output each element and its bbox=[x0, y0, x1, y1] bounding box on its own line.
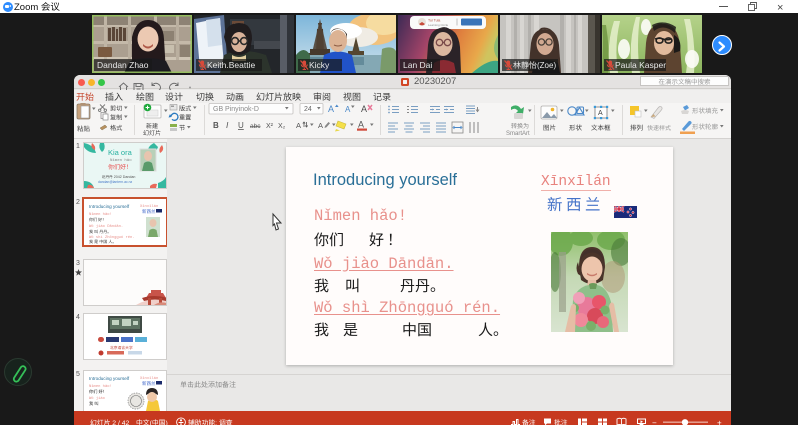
svg-text:A: A bbox=[358, 120, 364, 130]
svg-text:Kia ora: Kia ora bbox=[108, 148, 133, 157]
svg-text:图片: 图片 bbox=[543, 122, 556, 132]
svg-text:复制: 复制 bbox=[110, 113, 122, 122]
svg-text:幻灯片 2 / 42: 幻灯片 2 / 42 bbox=[90, 417, 130, 425]
svg-text:批注: 批注 bbox=[554, 417, 568, 425]
svg-text:Introducing yourself: Introducing yourself bbox=[89, 204, 130, 209]
svg-text:Kicky: Kicky bbox=[309, 60, 330, 70]
svg-text:你们 好！: 你们 好！ bbox=[89, 389, 107, 395]
svg-text:辅助功能: 调查: 辅助功能: 调查 bbox=[188, 417, 233, 425]
svg-text:幻灯片: 幻灯片 bbox=[143, 128, 161, 137]
svg-text:A: A bbox=[361, 104, 367, 114]
svg-text:重置: 重置 bbox=[179, 113, 191, 122]
svg-text:你们 好！: 你们 好！ bbox=[89, 217, 106, 223]
svg-text:A: A bbox=[345, 105, 351, 114]
svg-text:I: I bbox=[226, 120, 229, 130]
svg-text:北京语言大学: 北京语言大学 bbox=[110, 345, 133, 351]
svg-text:Paula Kasper: Paula Kasper bbox=[615, 60, 666, 70]
svg-text:形状轮廓: 形状轮廓 bbox=[692, 121, 719, 131]
svg-text:格式: 格式 bbox=[110, 123, 122, 132]
svg-text:我 叫 丹丹。: 我 叫 丹丹。 bbox=[89, 229, 111, 235]
svg-text:24: 24 bbox=[304, 106, 312, 113]
svg-text:A: A bbox=[296, 121, 301, 130]
svg-text:A: A bbox=[318, 121, 323, 130]
svg-text:+: + bbox=[717, 419, 722, 425]
svg-text:A: A bbox=[598, 110, 603, 117]
svg-text:Learning Circle: Learning Circle bbox=[428, 23, 449, 27]
svg-text:−: − bbox=[652, 419, 657, 425]
svg-text:新西兰: 新西兰 bbox=[142, 209, 156, 215]
svg-text:U: U bbox=[238, 121, 244, 130]
svg-text:X₂: X₂ bbox=[278, 123, 286, 130]
svg-text:备注: 备注 bbox=[522, 417, 536, 425]
svg-text:版式: 版式 bbox=[179, 104, 191, 113]
svg-text:dandan@lantern.ac.nz: dandan@lantern.ac.nz bbox=[98, 180, 132, 184]
svg-text:Lan Dai: Lan Dai bbox=[403, 60, 432, 70]
svg-text:粘贴: 粘贴 bbox=[77, 123, 91, 133]
svg-text:A: A bbox=[328, 104, 334, 114]
svg-text:abc: abc bbox=[250, 123, 261, 130]
svg-text:形状填充: 形状填充 bbox=[692, 105, 719, 115]
svg-text:Tui Tuia: Tui Tuia bbox=[428, 19, 440, 23]
svg-text:Dandan Zhao: Dandan Zhao bbox=[97, 60, 149, 70]
svg-text:我 是 中国 人。: 我 是 中国 人。 bbox=[89, 239, 116, 245]
svg-text:形状: 形状 bbox=[569, 122, 583, 132]
svg-text:林静怡(Zoe): 林静怡(Zoe) bbox=[513, 60, 556, 71]
svg-text:我 叫: 我 叫 bbox=[89, 401, 99, 407]
svg-text:剪切: 剪切 bbox=[110, 104, 122, 113]
svg-text:新西兰: 新西兰 bbox=[142, 381, 156, 387]
svg-text:中文(中国): 中文(中国) bbox=[136, 417, 168, 425]
svg-text:Keith.Beattie: Keith.Beattie bbox=[207, 60, 255, 70]
svg-text:X²: X² bbox=[266, 123, 274, 130]
svg-text:你们好！: 你们好！ bbox=[108, 162, 132, 171]
svg-text:文本框: 文本框 bbox=[591, 122, 611, 132]
svg-text:排列: 排列 bbox=[630, 122, 643, 132]
svg-text:SmartArt: SmartArt bbox=[506, 131, 530, 137]
svg-text:GB Pinyinok-D: GB Pinyinok-D bbox=[213, 106, 259, 113]
svg-text:B: B bbox=[213, 121, 219, 130]
svg-text:Introducing yourself: Introducing yourself bbox=[89, 376, 130, 381]
svg-text:快速样式: 快速样式 bbox=[647, 123, 671, 132]
svg-text:节: 节 bbox=[179, 123, 185, 132]
svg-text:转换为: 转换为 bbox=[511, 121, 529, 130]
